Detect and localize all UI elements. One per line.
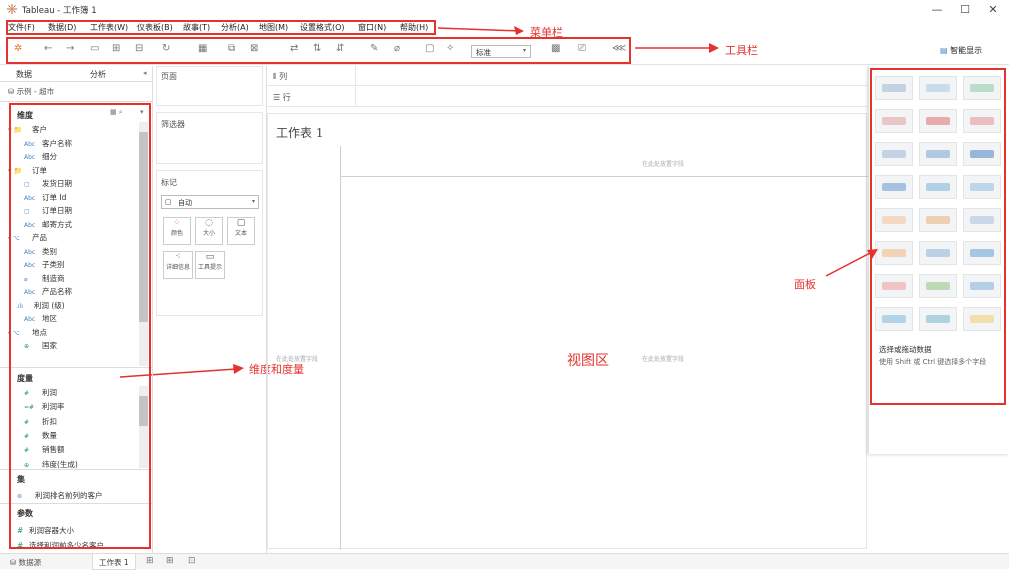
drop-field-center[interactable]: 在此处放置字段 xyxy=(642,354,684,363)
database-icon: ⛁ xyxy=(10,558,19,567)
tab-data[interactable]: 数据 xyxy=(16,69,32,80)
toolbar-highlight-box xyxy=(6,37,631,64)
tooltip-button[interactable]: ▭ 工具提示 xyxy=(195,251,225,279)
tab-analysis[interactable]: 分析 xyxy=(90,69,106,80)
filters-label: 筛选器 xyxy=(161,120,185,129)
tableau-logo-icon xyxy=(7,4,17,14)
close-button[interactable]: ✕ xyxy=(986,3,1000,16)
rows-label: ☰ 行 xyxy=(273,92,291,103)
sheet-title[interactable]: 工作表 1 xyxy=(276,124,323,141)
columns-label: ⦀ 列 xyxy=(273,71,287,82)
database-icon: ⛁ xyxy=(8,87,17,96)
new-worksheet-tab-icon[interactable]: ⊞ xyxy=(146,556,154,566)
datasource-item[interactable]: ⛁ 示例 - 超市 xyxy=(8,86,54,97)
divider xyxy=(355,66,356,86)
datasource-tab-label: 数据源 xyxy=(18,558,42,567)
row-axis-divider xyxy=(340,146,341,550)
divider xyxy=(355,87,356,107)
smart-display-button[interactable]: ▤ 智能显示 xyxy=(940,45,982,56)
new-story-tab-icon[interactable]: ⊡ xyxy=(188,556,196,566)
smart-display-label: 智能显示 xyxy=(950,46,983,55)
mark-type-value: 自动 xyxy=(178,199,192,207)
size-button[interactable]: ◌ 大小 xyxy=(195,217,223,245)
chevron-down-icon: ▾ xyxy=(251,198,255,205)
detail-icon: ⁖ xyxy=(175,252,181,262)
pages-shelf[interactable]: 页面 xyxy=(156,66,263,106)
tooltip-icon: ▭ xyxy=(205,252,215,262)
mark-type-icon: ▢ xyxy=(165,198,172,206)
datasource-tab[interactable]: ⛁ 数据源 xyxy=(10,557,41,568)
columns-shelf[interactable]: ⦀ 列 xyxy=(267,66,867,86)
sheet-tab-active[interactable]: 工作表 1 xyxy=(92,554,136,570)
view-annotation: 视图区 xyxy=(567,353,609,369)
bar-chart-icon: ▤ xyxy=(940,46,951,55)
sheet-tab-bar: ⛁ 数据源 工作表 1 ⊞ ⊞ ⊡ xyxy=(0,553,1009,570)
menubar-arrow xyxy=(437,26,524,35)
filters-shelf[interactable]: 筛选器 xyxy=(156,112,263,164)
detail-label: 详细信息 xyxy=(165,264,190,271)
divider xyxy=(0,101,152,102)
window-title: Tableau - 工作簿 1 xyxy=(22,6,97,16)
sidebar-tabs: 数据 分析 ◂ xyxy=(0,66,152,82)
divider xyxy=(152,66,153,553)
rows-shelf[interactable]: ☰ 行 xyxy=(267,87,867,107)
text-label: 文本 xyxy=(234,230,247,237)
dims-arrow xyxy=(119,364,244,378)
maximize-button[interactable]: ☐ xyxy=(958,3,972,16)
rows-text: 行 xyxy=(282,93,291,102)
sidebar-menu-icon[interactable]: ◂ xyxy=(143,69,147,77)
toolbar-annotation: 工具栏 xyxy=(725,44,758,57)
panel-highlight-box xyxy=(870,68,1006,405)
color-label: 颜色 xyxy=(170,230,183,237)
new-dashboard-tab-icon[interactable]: ⊞ xyxy=(166,556,174,566)
dims-highlight-box xyxy=(9,103,151,549)
tooltip-label: 工具提示 xyxy=(197,264,222,271)
color-button[interactable]: ⁘ 颜色 xyxy=(163,217,191,245)
view-canvas[interactable]: 工作表 1 在此处放置字段 在此处放置字段 在此处放置字段 视图区 xyxy=(267,113,868,550)
text-button[interactable]: ▢ 文本 xyxy=(227,217,255,245)
size-icon: ◌ xyxy=(205,218,213,228)
col-axis-divider xyxy=(340,176,868,177)
drop-field-left[interactable]: 在此处放置字段 xyxy=(276,354,318,363)
minimize-button[interactable]: — xyxy=(930,3,944,16)
marks-label: 标记 xyxy=(161,178,177,187)
drop-field-top[interactable]: 在此处放置字段 xyxy=(642,159,684,168)
size-label: 大小 xyxy=(202,230,215,237)
menubar-highlight-box xyxy=(6,20,436,35)
mark-type-select[interactable]: ▢ 自动 ▾ xyxy=(161,195,259,209)
color-icon: ⁘ xyxy=(173,218,181,228)
text-icon: ▢ xyxy=(236,218,246,228)
rows-icon: ☰ xyxy=(273,93,283,102)
datasource-name: 示例 - 超市 xyxy=(16,87,55,96)
toolbar-arrow xyxy=(635,43,719,53)
detail-button[interactable]: ⁖ 详细信息 xyxy=(163,251,193,279)
marks-card: 标记 ▢ 自动 ▾ ⁘ 颜色 ◌ 大小 ▢ 文本 ⁖ 详细信息 ▭ 工具提示 xyxy=(156,170,263,316)
panel-annotation: 面板 xyxy=(794,278,816,291)
pages-label: 页面 xyxy=(161,72,177,81)
title-bar: Tableau - 工作簿 1 — ☐ ✕ xyxy=(0,0,1009,20)
panel-arrow xyxy=(825,249,878,277)
columns-text: 列 xyxy=(279,72,288,81)
